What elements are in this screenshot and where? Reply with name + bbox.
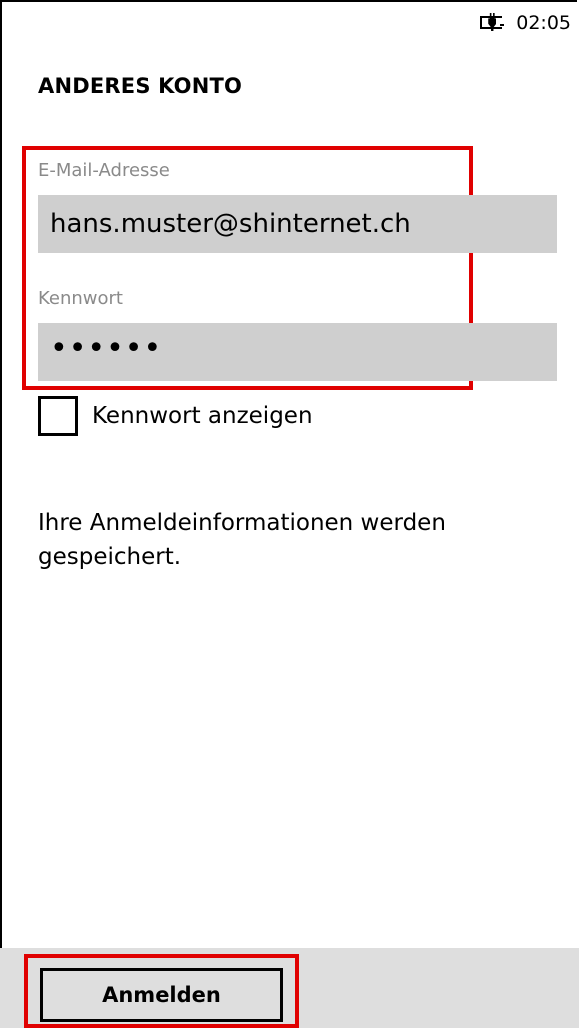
show-password-label: Kennwort anzeigen (92, 403, 313, 429)
password-field[interactable]: •••••• (38, 323, 557, 381)
email-field[interactable]: hans.muster@shinternet.ch (38, 195, 557, 253)
status-time: 02:05 (516, 12, 571, 34)
info-text: Ihre Anmeldeinformationen werden gespeic… (38, 510, 446, 570)
password-label: Kennwort (38, 288, 123, 309)
password-value: •••••• (50, 331, 163, 366)
show-password-row[interactable]: Kennwort anzeigen (38, 396, 313, 436)
status-bar: 02:05 (480, 12, 571, 34)
page-title: ANDERES KONTO (38, 74, 243, 98)
battery-charging-icon (480, 13, 508, 31)
email-label: E-Mail-Adresse (38, 160, 170, 181)
login-button[interactable]: Anmelden (40, 968, 283, 1022)
show-password-checkbox[interactable] (38, 396, 78, 436)
